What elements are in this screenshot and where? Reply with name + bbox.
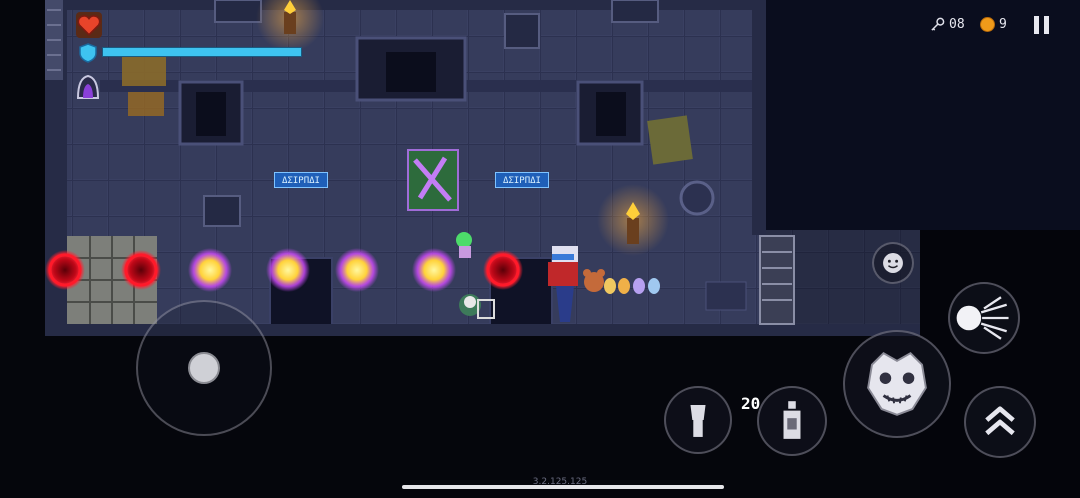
wall-plate-left: ΔΣΙΡΠΔΙ: [274, 172, 328, 188]
shield-icon: [78, 43, 98, 63]
yellow-orb: [266, 248, 310, 292]
emote-button[interactable]: [872, 242, 914, 284]
yellow-orb: [335, 248, 379, 292]
ammo-count: 20: [741, 394, 761, 413]
heart-icon: [77, 15, 101, 36]
bottle-icon: [783, 401, 801, 439]
secondary-weapon-slot[interactable]: [664, 386, 732, 454]
coin-counter: 9: [980, 14, 1007, 34]
dash-skill-button[interactable]: [948, 282, 1020, 354]
joystick-icon[interactable]: [188, 352, 220, 384]
yellow-orb: [188, 248, 232, 292]
home-indicator: [402, 485, 724, 489]
weapon-swap-button[interactable]: [964, 386, 1036, 458]
virtual-joystick[interactable]: [136, 300, 272, 436]
coin-icon: [980, 16, 995, 32]
key-count: 08: [949, 16, 965, 32]
coin-count: 9: [999, 16, 1007, 32]
lion-mask-icon: [867, 351, 927, 416]
smiley-icon: [883, 253, 903, 273]
shield-bar: [102, 47, 302, 57]
key-counter: 08: [930, 14, 965, 34]
comet-icon: [956, 296, 1009, 340]
shield-bar-fill: [103, 48, 301, 56]
hood-icon[interactable]: [74, 72, 102, 100]
pause-button[interactable]: [1032, 14, 1052, 36]
wall-plate-right: ΔΣΙΡΠΔΙ: [495, 172, 549, 188]
primary-weapon-slot[interactable]: [757, 386, 827, 456]
chevrons-up-icon: [985, 406, 1015, 436]
pause-icon: [1032, 14, 1052, 36]
yellow-orb: [412, 248, 456, 292]
flashlight-icon: [690, 404, 706, 437]
attack-button[interactable]: [843, 330, 951, 438]
key-icon: [931, 17, 945, 31]
health-status: [76, 12, 102, 38]
